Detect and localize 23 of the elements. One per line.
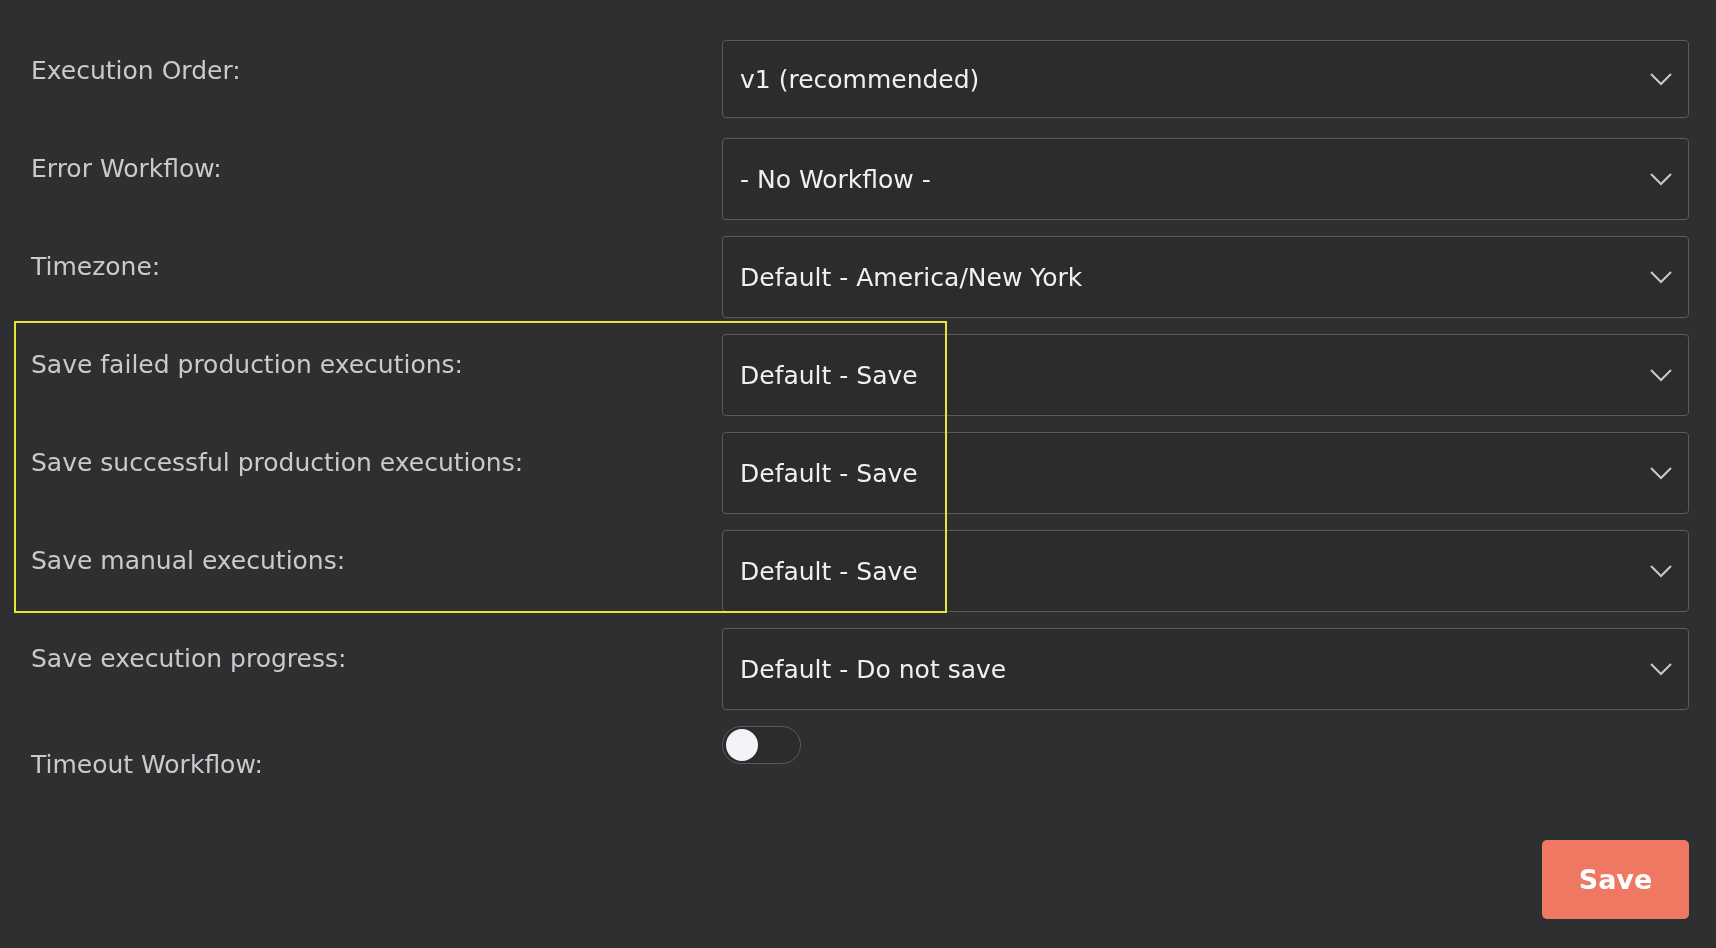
- select-dropdown[interactable]: Default - America/New York: [722, 236, 1689, 318]
- chevron-down-icon: [1650, 270, 1672, 284]
- select-dropdown[interactable]: v1 (recommended): [722, 40, 1689, 118]
- chevron-down-icon: [1650, 564, 1672, 578]
- select-dropdown[interactable]: Default - Do not save: [722, 628, 1689, 710]
- setting-label: Execution Order:: [31, 55, 242, 85]
- select-dropdown[interactable]: Default - Save: [722, 334, 1689, 416]
- toggle-switch[interactable]: [722, 726, 801, 764]
- setting-label: Save failed production executions:: [31, 349, 464, 379]
- setting-label: Timeout Workflow:: [31, 749, 264, 779]
- setting-label: Error Workflow:: [31, 153, 223, 183]
- select-dropdown[interactable]: - No Workflow -: [722, 138, 1689, 220]
- setting-label: Save manual executions:: [31, 545, 347, 575]
- chevron-down-icon: [1650, 662, 1672, 676]
- chevron-down-icon: [1650, 466, 1672, 480]
- setting-label: Save successful production executions:: [31, 447, 525, 477]
- select-dropdown[interactable]: Default - Save: [722, 530, 1689, 612]
- setting-label: Save execution progress:: [31, 643, 348, 673]
- chevron-down-icon: [1650, 72, 1672, 86]
- setting-label: Timezone:: [31, 251, 162, 281]
- chevron-down-icon: [1650, 172, 1672, 186]
- select-dropdown[interactable]: Default - Save: [722, 432, 1689, 514]
- chevron-down-icon: [1650, 368, 1672, 382]
